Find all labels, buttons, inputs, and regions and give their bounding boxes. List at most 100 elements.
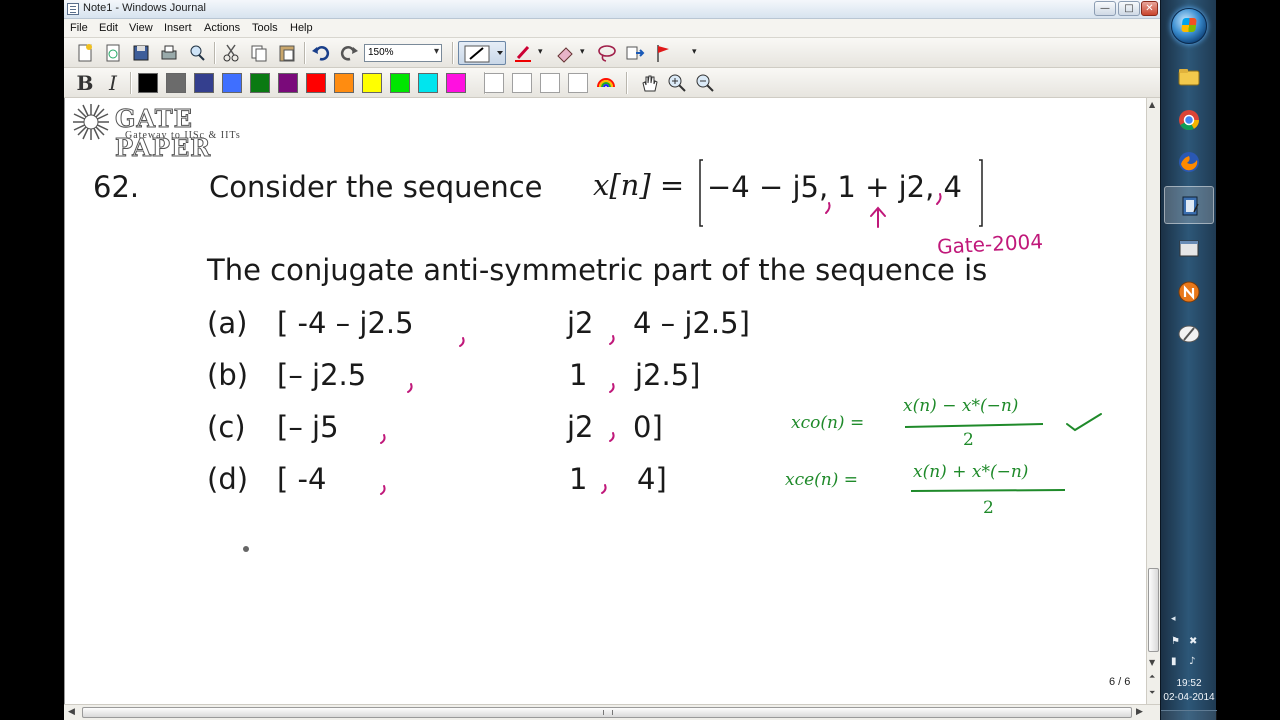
flag-dropdown-icon[interactable]: ▾ — [692, 47, 697, 57]
pen-color-swatch[interactable] — [362, 73, 382, 93]
custom-pen-slot-1[interactable] — [484, 73, 504, 93]
toolbar-separator — [452, 42, 453, 64]
taskbar-paint-app[interactable] — [1164, 315, 1214, 353]
fraction-bar-co — [904, 423, 1044, 428]
signal-icon[interactable]: ▮ — [1171, 656, 1185, 668]
horizontal-scroll-thumb[interactable] — [82, 707, 1132, 718]
pen-color-swatch[interactable] — [418, 73, 438, 93]
maximize-button[interactable]: □ — [1118, 1, 1140, 16]
scroll-down-arrow[interactable]: ▼ — [1149, 658, 1155, 667]
flag-icon[interactable] — [652, 42, 674, 64]
previous-page-arrow[interactable]: ⏶ — [1149, 672, 1155, 682]
chrome-icon — [1179, 110, 1200, 131]
toolbar-separator — [304, 42, 305, 64]
close-button[interactable]: ✕ — [1141, 1, 1158, 16]
pen-color-swatch[interactable] — [334, 73, 354, 93]
find-icon[interactable] — [186, 42, 208, 64]
scroll-up-arrow[interactable]: ▲ — [1149, 100, 1155, 109]
minimize-button[interactable]: — — [1094, 1, 1116, 16]
journal-window: Note1 - Windows Journal — □ ✕ File Edit … — [64, 0, 1160, 720]
volume-icon[interactable]: ♪ — [1189, 656, 1203, 668]
zoom-select[interactable]: 150% — [364, 44, 442, 62]
menu-view[interactable]: View — [129, 22, 153, 34]
pink-ink-strokes — [380, 193, 942, 495]
print-icon[interactable] — [158, 42, 180, 64]
pen-tool-button[interactable] — [458, 41, 506, 65]
tray-expand-icon[interactable]: ◂ — [1171, 614, 1176, 624]
journal-page[interactable]: GATE PAPER Gateway to IISc & IITs 62. Co… — [64, 98, 1146, 704]
clock-time[interactable]: 19:52 — [1161, 678, 1217, 689]
journal-app-icon[interactable] — [67, 3, 79, 15]
menu-tools[interactable]: Tools — [252, 22, 278, 34]
save-icon[interactable] — [130, 42, 152, 64]
pen-color-swatch[interactable] — [446, 73, 466, 93]
custom-pen-slot-2[interactable] — [512, 73, 532, 93]
cut-icon[interactable] — [220, 42, 242, 64]
custom-pen-slot-4[interactable] — [568, 73, 588, 93]
scroll-left-arrow[interactable]: ◀ — [68, 707, 75, 717]
clock-date[interactable]: 02-04-2014 — [1161, 692, 1217, 703]
taskbar-firefox[interactable] — [1164, 143, 1214, 181]
pen-icon — [464, 45, 503, 63]
next-page-arrow[interactable]: ⏷ — [1149, 688, 1155, 698]
vertical-scroll-thumb[interactable] — [1148, 568, 1159, 652]
scroll-right-arrow[interactable]: ▶ — [1136, 707, 1143, 717]
toolbar-separator — [214, 42, 215, 64]
insert-space-icon[interactable] — [624, 42, 646, 64]
formula-co-numerator: x(n) − x*(−n) — [903, 396, 1019, 416]
eraser-dropdown-icon[interactable]: ▾ — [580, 47, 585, 57]
taskbar-media-app[interactable] — [1164, 273, 1214, 311]
new-note-icon[interactable] — [74, 42, 96, 64]
pen-color-swatch[interactable] — [250, 73, 270, 93]
vertical-scrollbar[interactable]: ▲ ▼ ⏶ ⏷ — [1146, 98, 1160, 704]
action-center-flag-icon[interactable]: ⚑ — [1171, 636, 1185, 648]
color-palette-icon[interactable] — [595, 72, 617, 94]
highlighter-icon[interactable] — [512, 42, 534, 64]
folder-icon — [1178, 69, 1200, 86]
zoom-out-icon[interactable] — [694, 72, 716, 94]
taskbar-explorer[interactable] — [1164, 58, 1214, 96]
formula-ce-numerator: x(n) + x*(−n) — [913, 462, 1029, 482]
highlighter-dropdown-icon[interactable]: ▾ — [538, 47, 543, 57]
firefox-icon — [1179, 152, 1199, 172]
show-desktop-button[interactable] — [1161, 710, 1217, 720]
bold-button[interactable]: B — [74, 72, 96, 94]
formula-ce-denominator: 2 — [983, 498, 994, 518]
custom-pen-slot-3[interactable] — [540, 73, 560, 93]
pen-cursor-dot — [243, 546, 249, 552]
open-note-icon[interactable] — [102, 42, 124, 64]
menu-edit[interactable]: Edit — [99, 22, 118, 34]
italic-button[interactable]: I — [102, 72, 124, 94]
menu-insert[interactable]: Insert — [164, 22, 192, 34]
pen-color-swatch[interactable] — [222, 73, 242, 93]
taskbar-chrome[interactable] — [1164, 101, 1214, 139]
pen-color-swatch[interactable] — [194, 73, 214, 93]
lasso-select-icon[interactable] — [596, 42, 618, 64]
taskbar-windows-journal[interactable] — [1164, 186, 1214, 224]
redo-icon[interactable] — [338, 42, 360, 64]
pen-color-swatch[interactable] — [306, 73, 326, 93]
pan-hand-icon[interactable] — [638, 72, 660, 94]
paste-icon[interactable] — [276, 42, 298, 64]
undo-icon[interactable] — [310, 42, 332, 64]
taskbar-window-app[interactable] — [1164, 230, 1214, 268]
fraction-bar-ce — [910, 489, 1066, 492]
menu-actions[interactable]: Actions — [204, 22, 240, 34]
menu-file[interactable]: File — [70, 22, 88, 34]
pen-color-swatch[interactable] — [166, 73, 186, 93]
formula-co-lhs: xco(n) = — [791, 413, 865, 433]
green-check-mark — [1066, 413, 1102, 432]
zoom-in-icon[interactable] — [666, 72, 688, 94]
menu-help[interactable]: Help — [290, 22, 313, 34]
toolbar-separator — [130, 72, 131, 94]
network-icon[interactable]: ✖ — [1189, 636, 1203, 648]
copy-icon[interactable] — [248, 42, 270, 64]
title-bar[interactable]: Note1 - Windows Journal — □ ✕ — [64, 0, 1160, 19]
journal-icon — [1182, 196, 1199, 216]
pen-color-swatch[interactable] — [278, 73, 298, 93]
start-button[interactable] — [1171, 8, 1207, 44]
pen-color-swatch[interactable] — [138, 73, 158, 93]
horizontal-scrollbar[interactable]: ◀ ▶ — [64, 704, 1160, 720]
pen-color-swatch[interactable] — [390, 73, 410, 93]
eraser-icon[interactable] — [554, 42, 576, 64]
